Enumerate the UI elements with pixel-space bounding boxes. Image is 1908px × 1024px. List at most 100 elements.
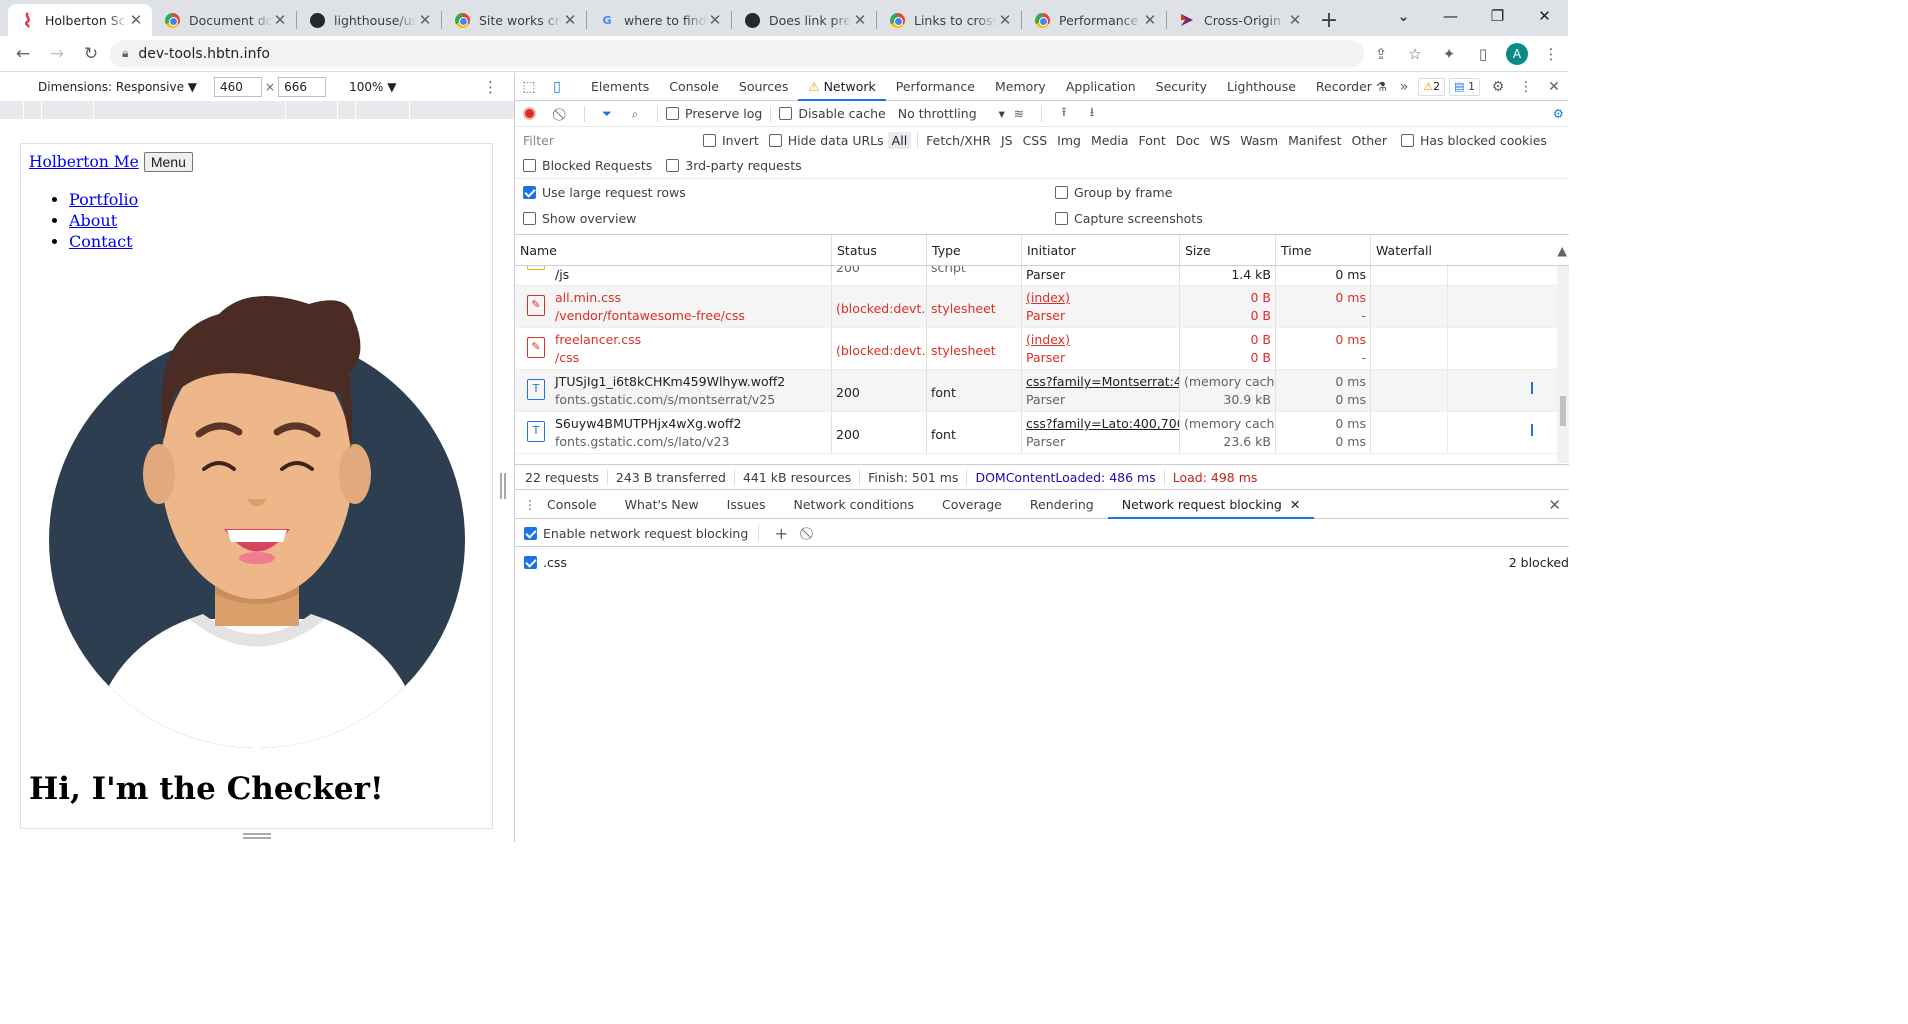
tab-performance[interactable]: Performance: [886, 73, 985, 101]
nav-link-about[interactable]: About: [69, 211, 117, 230]
tab-memory[interactable]: Memory: [985, 73, 1056, 101]
warnings-badge[interactable]: ⚠2: [1418, 77, 1446, 96]
inspect-element-icon[interactable]: ⬚: [515, 79, 543, 95]
extensions-icon[interactable]: ✦: [1432, 45, 1466, 63]
import-har-icon[interactable]: ⭱: [1050, 103, 1078, 124]
minimize-button[interactable]: —: [1427, 7, 1474, 25]
height-input[interactable]: 666: [278, 77, 327, 97]
drawer-tab-console[interactable]: Console: [545, 491, 611, 519]
record-button[interactable]: [523, 107, 536, 120]
browser-tab[interactable]: Links to cross-origin ✕: [877, 4, 1021, 36]
close-icon[interactable]: ✕: [997, 11, 1013, 29]
filter-type-img[interactable]: Img: [1053, 132, 1085, 149]
reload-button[interactable]: ↻: [74, 44, 108, 64]
browser-tab[interactable]: Holberton School ✕: [8, 4, 152, 36]
close-icon[interactable]: ✕: [417, 11, 433, 29]
menu-button[interactable]: Menu: [143, 152, 193, 172]
remove-all-icon[interactable]: ⃠: [795, 525, 823, 541]
column-type[interactable]: Type: [927, 235, 1022, 265]
chrome-menu-icon[interactable]: ⋮: [1534, 45, 1568, 63]
dimensions-select[interactable]: Dimensions: Responsive ▼: [38, 80, 197, 94]
table-row[interactable]: /js 200 script Parser 1.4 kB 0 ms: [515, 266, 1569, 286]
filter-icon[interactable]: ⏷: [593, 106, 621, 122]
drawer-tab-coverage[interactable]: Coverage: [928, 491, 1016, 519]
filter-type-js[interactable]: JS: [997, 132, 1017, 149]
preserve-log-checkbox[interactable]: Preserve log: [666, 106, 762, 121]
disable-cache-checkbox[interactable]: Disable cache: [779, 106, 886, 121]
blocked-pattern-row[interactable]: .css 2 blocked: [515, 551, 1569, 573]
column-name[interactable]: Name: [515, 235, 832, 265]
close-tab-icon[interactable]: ✕: [1290, 497, 1300, 512]
third-party-checkbox[interactable]: 3rd-party requests: [666, 158, 802, 173]
back-button[interactable]: ←: [6, 44, 40, 64]
hide-data-urls-checkbox[interactable]: Hide data URLs: [768, 133, 884, 148]
drawer-tab-request-blocking[interactable]: Network request blocking ✕: [1107, 491, 1315, 519]
invert-checkbox[interactable]: Invert: [703, 133, 759, 148]
search-icon[interactable]: ⌕: [621, 106, 649, 122]
profile-avatar[interactable]: A: [1506, 42, 1528, 65]
nav-link-contact[interactable]: Contact: [69, 232, 133, 251]
width-input[interactable]: 460: [214, 77, 263, 97]
filter-type-manifest[interactable]: Manifest: [1284, 132, 1345, 149]
clear-icon[interactable]: ⃠: [548, 106, 576, 122]
table-row[interactable]: T JTUSjIg1_i6t8kCHKm459Wlhyw.woff2 fonts.g…: [515, 370, 1569, 412]
filter-type-font[interactable]: Font: [1135, 132, 1170, 149]
tab-lighthouse[interactable]: Lighthouse: [1217, 73, 1306, 101]
filter-type-all[interactable]: All: [887, 131, 912, 149]
filter-type-css[interactable]: CSS: [1019, 132, 1052, 149]
filter-type-doc[interactable]: Doc: [1172, 132, 1204, 149]
restore-button[interactable]: ❐: [1474, 7, 1521, 25]
close-icon[interactable]: ✕: [1142, 11, 1158, 29]
large-rows-checkbox[interactable]: Use large request rows: [523, 185, 686, 200]
drawer-tab-rendering[interactable]: Rendering: [1016, 491, 1108, 519]
browser-tab[interactable]: Site works cross ✕: [442, 4, 586, 36]
nav-link-portfolio[interactable]: Portfolio: [69, 190, 138, 209]
column-waterfall[interactable]: Waterfall ▲: [1371, 235, 1569, 265]
column-time[interactable]: Time: [1276, 235, 1371, 265]
browser-tab[interactable]: Document does not ✕: [152, 4, 296, 36]
close-icon[interactable]: ✕: [852, 11, 868, 29]
export-har-icon[interactable]: ⭳: [1078, 103, 1106, 124]
settings-gear-icon[interactable]: ⚙: [1484, 79, 1512, 95]
close-icon[interactable]: ✕: [562, 11, 578, 29]
drawer-tab-issues[interactable]: Issues: [713, 491, 780, 519]
table-scrollbar[interactable]: [1557, 266, 1569, 463]
lock-icon[interactable]: 🔒︎: [122, 46, 128, 61]
close-icon[interactable]: ✕: [272, 11, 288, 29]
has-blocked-cookies-checkbox[interactable]: Has blocked cookies: [1400, 133, 1547, 148]
forward-button[interactable]: →: [40, 44, 74, 64]
filter-type-ws[interactable]: WS: [1206, 132, 1234, 149]
column-size[interactable]: Size: [1180, 235, 1276, 265]
group-by-frame-checkbox[interactable]: Group by frame: [1055, 185, 1172, 200]
address-bar[interactable]: 🔒︎ dev-tools.hbtn.info: [110, 39, 1364, 68]
filter-type-wasm[interactable]: Wasm: [1236, 132, 1282, 149]
drawer-tab-network-conditions[interactable]: Network conditions: [780, 491, 928, 519]
close-icon[interactable]: ✕: [1287, 11, 1303, 29]
close-drawer-icon[interactable]: ✕: [1548, 496, 1561, 514]
close-window-button[interactable]: ✕: [1521, 7, 1568, 25]
capture-screenshots-checkbox[interactable]: Capture screenshots: [1055, 211, 1203, 226]
share-icon[interactable]: ⇪: [1364, 45, 1398, 63]
browser-tab[interactable]: G where to find link ✕: [587, 4, 731, 36]
browser-tab[interactable]: Cross-Origin Resource ✕: [1167, 4, 1311, 36]
device-toolbar-icon[interactable]: ▯: [543, 79, 571, 95]
tab-recorder[interactable]: Recorder ⚗: [1306, 73, 1397, 101]
browser-tab[interactable]: lighthouse/user ✕: [297, 4, 441, 36]
browser-tab[interactable]: Performance Audit ✕: [1022, 4, 1166, 36]
filter-type-other[interactable]: Other: [1347, 132, 1391, 149]
issues-badge[interactable]: ▤ 1: [1449, 77, 1480, 96]
column-status[interactable]: Status: [832, 235, 927, 265]
more-options-icon[interactable]: ⋮: [483, 78, 498, 96]
show-overview-checkbox[interactable]: Show overview: [523, 211, 636, 226]
filter-type-media[interactable]: Media: [1087, 132, 1133, 149]
tab-elements[interactable]: Elements: [581, 73, 659, 101]
add-pattern-icon[interactable]: +: [767, 524, 795, 543]
new-tab-button[interactable]: +: [1311, 4, 1347, 36]
close-icon[interactable]: ✕: [128, 11, 144, 29]
zoom-select[interactable]: 100% ▼: [349, 80, 396, 94]
close-icon[interactable]: ✕: [707, 11, 723, 29]
enable-blocking-checkbox[interactable]: Enable network request blocking: [524, 526, 748, 541]
media-query-ruler[interactable]: [0, 101, 514, 119]
brand-link[interactable]: Holberton Me: [29, 153, 139, 171]
tab-application[interactable]: Application: [1056, 73, 1146, 101]
